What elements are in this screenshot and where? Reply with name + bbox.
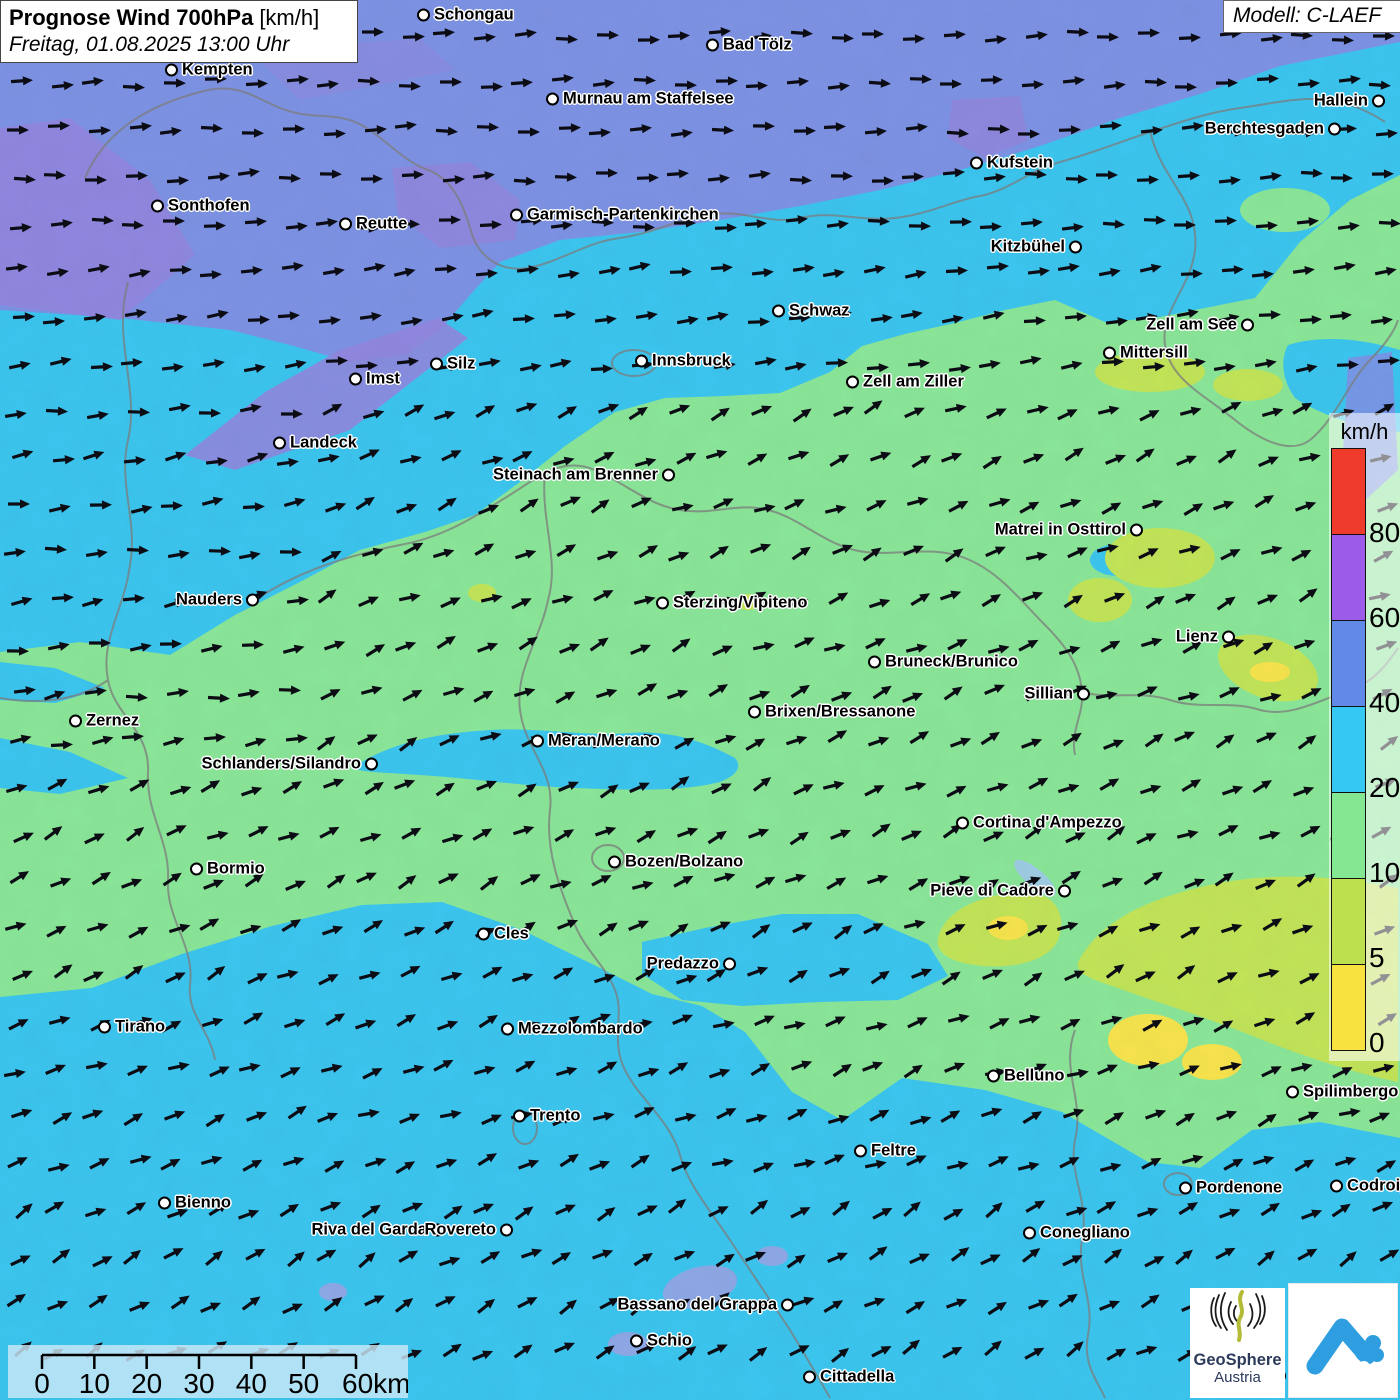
legend-color-5 — [1332, 879, 1365, 965]
scale-tick-label-30: 30 — [183, 1368, 214, 1398]
scale-tick-label-50: 50 — [288, 1368, 319, 1398]
scale-tick-label-20: 20 — [131, 1368, 162, 1398]
legend-tick-80: 80 — [1369, 517, 1400, 549]
map-title-main: Prognose Wind 700hPa — [9, 5, 253, 30]
model-box: Modell: C-LAEF — [1223, 0, 1400, 33]
legend-tick-20: 20 — [1369, 772, 1400, 804]
legend-title: km/h — [1329, 413, 1400, 445]
scale-bar-ruler: 0 10 20 30 40 50 60km — [8, 1345, 408, 1398]
map-subtitle-datetime: Freitag, 01.08.2025 13:00 Uhr — [9, 32, 349, 57]
legend-color-20 — [1332, 707, 1365, 793]
map-title-unit: [km/h] — [259, 5, 319, 30]
wind-forecast-map: SchongauBad TölzKemptenMurnau am Staffel… — [0, 0, 1400, 1400]
legend: km/h 80 60 40 20 10 5 0 — [1329, 413, 1400, 1061]
legend-color-10 — [1332, 793, 1365, 879]
legend-tick-5: 5 — [1369, 942, 1385, 974]
geosphere-contours-icon — [1206, 1288, 1270, 1344]
mountain-cloud-logo-icon — [1301, 1302, 1385, 1380]
scale-tick-label-10: 10 — [79, 1368, 110, 1398]
partner-logo-box — [1288, 1283, 1398, 1398]
map-canvas — [0, 0, 1400, 1400]
scale-tick-label-40: 40 — [236, 1368, 267, 1398]
legend-color-40 — [1332, 621, 1365, 707]
scale-tick-label-0: 0 — [34, 1368, 50, 1398]
geosphere-org-name: GeoSphere — [1190, 1351, 1285, 1369]
legend-tick-10: 10 — [1369, 857, 1400, 889]
legend-color-bar — [1331, 448, 1366, 1051]
legend-color-80 — [1332, 449, 1365, 535]
geosphere-country: Austria — [1190, 1369, 1285, 1386]
legend-tick-0: 0 — [1369, 1027, 1385, 1059]
legend-color-60 — [1332, 535, 1365, 621]
legend-color-0 — [1332, 965, 1365, 1050]
legend-tick-40: 40 — [1369, 687, 1400, 719]
title-box: Prognose Wind 700hPa[km/h] Freitag, 01.0… — [0, 0, 358, 63]
legend-tick-60: 60 — [1369, 602, 1400, 634]
geosphere-logo-box: GeoSphere Austria — [1190, 1288, 1285, 1398]
map-title: Prognose Wind 700hPa[km/h] — [9, 4, 349, 32]
model-label: Modell: C-LAEF — [1233, 4, 1381, 27]
scale-bar: 0 10 20 30 40 50 60km — [8, 1345, 408, 1398]
scale-tick-label-60km: 60km — [342, 1368, 408, 1398]
